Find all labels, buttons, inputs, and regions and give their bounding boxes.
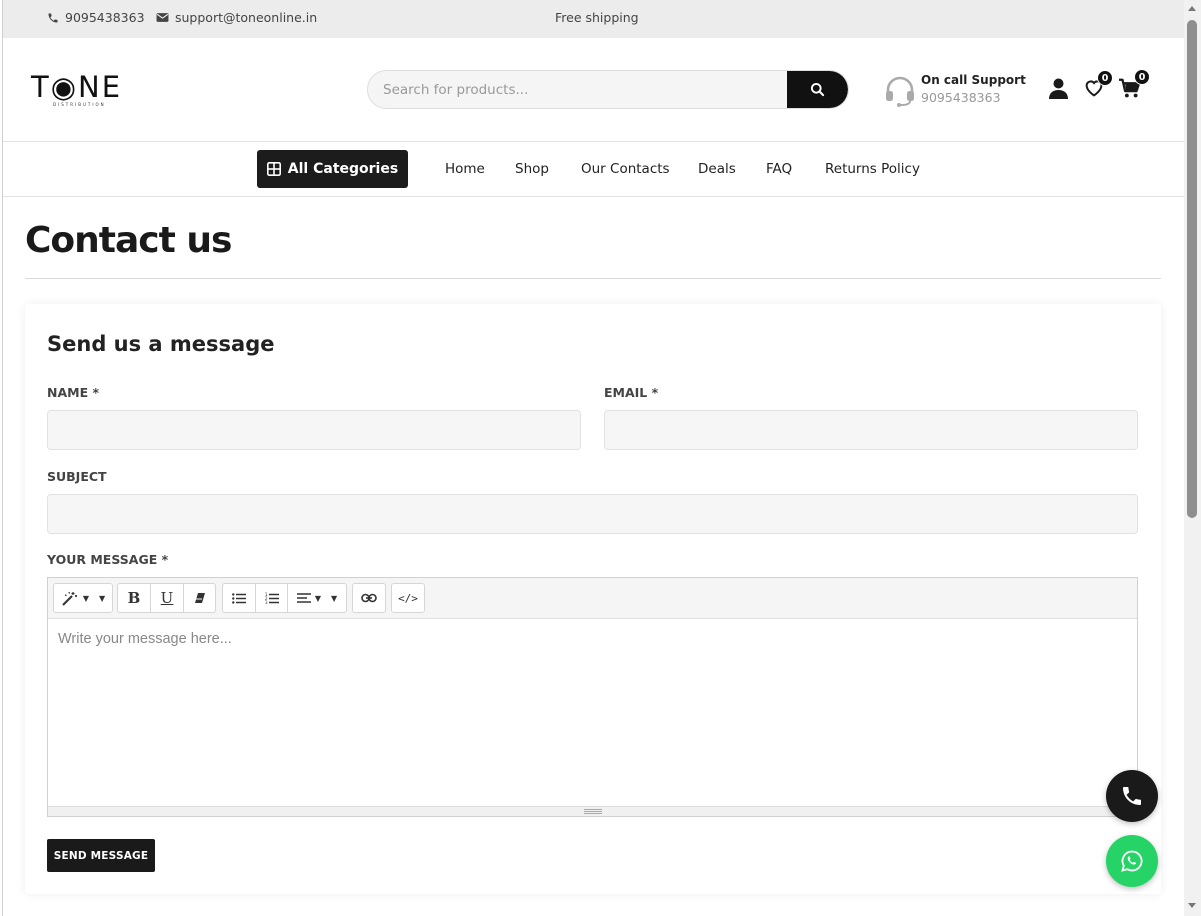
editor-toolbar: ▼ ▼ B U 123 ▼ ▼ </> xyxy=(48,578,1137,619)
logo-subtext: DISTRIBUTION xyxy=(53,102,106,107)
message-textarea[interactable] xyxy=(48,619,1137,807)
nav-shop[interactable]: Shop xyxy=(515,161,549,177)
nav-our-contacts[interactable]: Our Contacts xyxy=(581,161,670,177)
floating-whatsapp-button[interactable] xyxy=(1106,835,1158,887)
ordered-list-button[interactable]: 123 xyxy=(255,583,288,613)
support-title: On call Support xyxy=(921,73,1026,87)
grid-icon xyxy=(266,162,281,176)
all-categories-label: All Categories xyxy=(287,161,399,177)
insert-link-button[interactable] xyxy=(352,583,386,613)
main-nav: All Categories Home Shop Our Contacts De… xyxy=(3,142,1184,197)
caret-down-icon: ▼ xyxy=(82,593,89,603)
code-view-button[interactable]: </> xyxy=(391,583,425,613)
align-dropdown-button[interactable]: ▼ ▼ xyxy=(287,583,347,613)
cart-count-badge: 0 xyxy=(1134,69,1150,85)
nav-returns-policy[interactable]: Returns Policy xyxy=(825,161,920,177)
nav-faq[interactable]: FAQ xyxy=(766,161,792,177)
subject-label: SUBJECT xyxy=(47,469,107,484)
support-number: 9095438363 xyxy=(921,90,1001,105)
wishlist-button[interactable]: 0 xyxy=(1084,70,1113,101)
phone-icon xyxy=(48,13,58,22)
scrollbar-thumb[interactable] xyxy=(1187,20,1197,518)
topbar-phone[interactable]: 9095438363 xyxy=(47,10,145,25)
cart-button[interactable]: 0 xyxy=(1118,69,1150,103)
message-label: YOUR MESSAGE * xyxy=(47,552,169,567)
envelope-icon xyxy=(156,13,169,22)
caret-down-icon-2: ▼ xyxy=(99,593,106,603)
align-left-icon xyxy=(296,593,311,603)
email-label: EMAIL * xyxy=(604,385,659,400)
search-bar xyxy=(367,70,849,109)
unordered-list-button[interactable] xyxy=(222,583,256,613)
link-icon xyxy=(361,593,377,603)
subject-input[interactable] xyxy=(47,494,1138,534)
eraser-icon xyxy=(194,593,205,603)
logo-text: T◉NE xyxy=(31,70,123,104)
numbered-list-icon: 123 xyxy=(265,592,279,604)
email-input[interactable] xyxy=(604,410,1138,450)
wishlist-count-badge: 0 xyxy=(1097,70,1113,86)
editor-resize-handle[interactable] xyxy=(48,806,1137,816)
scroll-up-arrow-icon[interactable] xyxy=(1188,6,1196,11)
caret-down-icon-4: ▼ xyxy=(331,593,338,603)
form-heading: Send us a message xyxy=(47,332,275,356)
nav-deals[interactable]: Deals xyxy=(698,161,736,177)
whatsapp-icon xyxy=(1121,850,1143,872)
scroll-down-arrow-icon[interactable] xyxy=(1188,903,1196,908)
phone-icon-floating xyxy=(1123,787,1141,805)
topbar-email[interactable]: support@toneonline.in xyxy=(156,10,317,25)
page-scrollbar[interactable] xyxy=(1184,0,1201,916)
clear-format-button[interactable] xyxy=(183,583,216,613)
send-message-button[interactable]: SEND MESSAGE xyxy=(47,839,155,872)
style-dropdown-button[interactable]: ▼ ▼ xyxy=(53,583,113,613)
on-call-support: On call Support 9095438363 xyxy=(883,72,1026,108)
contact-form-card: Send us a message NAME * EMAIL * SUBJECT… xyxy=(25,304,1161,894)
name-label: NAME * xyxy=(47,385,100,400)
font-style-group: B U xyxy=(117,583,216,613)
all-categories-button[interactable]: All Categories xyxy=(257,150,408,188)
title-divider xyxy=(25,278,1161,279)
search-icon xyxy=(810,82,825,97)
message-editor: ▼ ▼ B U 123 ▼ ▼ </> Write your message h… xyxy=(47,577,1138,817)
magic-wand-icon xyxy=(62,591,77,606)
paragraph-group: 123 ▼ ▼ xyxy=(222,583,347,613)
account-button[interactable] xyxy=(1049,78,1068,103)
headset-icon xyxy=(886,76,914,107)
page-title: Contact us xyxy=(25,220,232,261)
user-icon xyxy=(1049,78,1068,99)
search-input[interactable] xyxy=(368,71,788,108)
site-header: T◉NE DISTRIBUTION On call Support 909543… xyxy=(3,38,1184,142)
topbar-email-text: support@toneonline.in xyxy=(175,10,318,25)
free-shipping-text: Free shipping xyxy=(555,10,639,25)
code-group: </> xyxy=(391,583,425,613)
link-group xyxy=(352,583,386,613)
style-group: ▼ ▼ xyxy=(53,583,113,613)
search-button[interactable] xyxy=(787,71,848,108)
top-bar: 9095438363 support@toneonline.in Free sh… xyxy=(3,0,1184,38)
underline-button[interactable]: U xyxy=(150,583,184,613)
nav-home[interactable]: Home xyxy=(445,161,485,177)
bold-button[interactable]: B xyxy=(117,583,151,613)
caret-down-icon-3: ▼ xyxy=(314,593,321,603)
topbar-phone-text: 9095438363 xyxy=(65,10,145,25)
page-frame: 9095438363 support@toneonline.in Free sh… xyxy=(2,0,1184,916)
grip-icon xyxy=(584,809,602,814)
bullet-list-icon xyxy=(232,592,246,604)
tone-logo[interactable]: T◉NE DISTRIBUTION xyxy=(31,72,121,108)
name-input[interactable] xyxy=(47,410,581,450)
floating-call-button[interactable] xyxy=(1106,770,1158,822)
svg-text:3: 3 xyxy=(265,600,268,604)
